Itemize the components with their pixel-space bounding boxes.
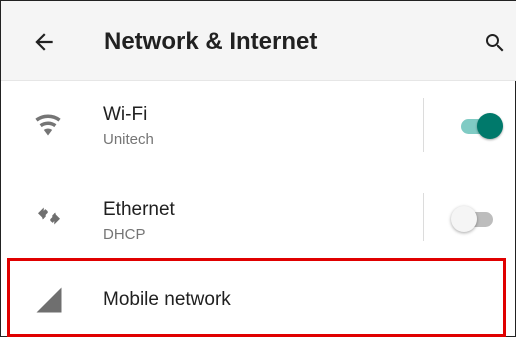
wifi-icon [35, 114, 61, 136]
search-icon[interactable] [483, 31, 507, 55]
setting-row-ethernet[interactable]: Ethernet DHCP [1, 173, 516, 258]
setting-summary: Unitech [103, 131, 154, 148]
setting-summary: DHCP [103, 226, 146, 243]
app-bar: Network & Internet [1, 1, 516, 81]
ethernet-toggle[interactable] [451, 205, 495, 233]
divider [423, 98, 424, 152]
highlight-box [7, 258, 506, 337]
arrow-back-icon[interactable] [31, 29, 57, 55]
divider [423, 193, 424, 241]
setting-title: Wi-Fi [103, 104, 148, 125]
setting-title: Ethernet [103, 199, 175, 220]
ethernet-icon [38, 207, 60, 225]
toggle-thumb [451, 206, 477, 232]
setting-row-wifi[interactable]: Wi-Fi Unitech [1, 80, 516, 173]
wifi-toggle[interactable] [461, 112, 505, 140]
page-title: Network & Internet [104, 28, 318, 55]
toggle-thumb [477, 113, 503, 139]
